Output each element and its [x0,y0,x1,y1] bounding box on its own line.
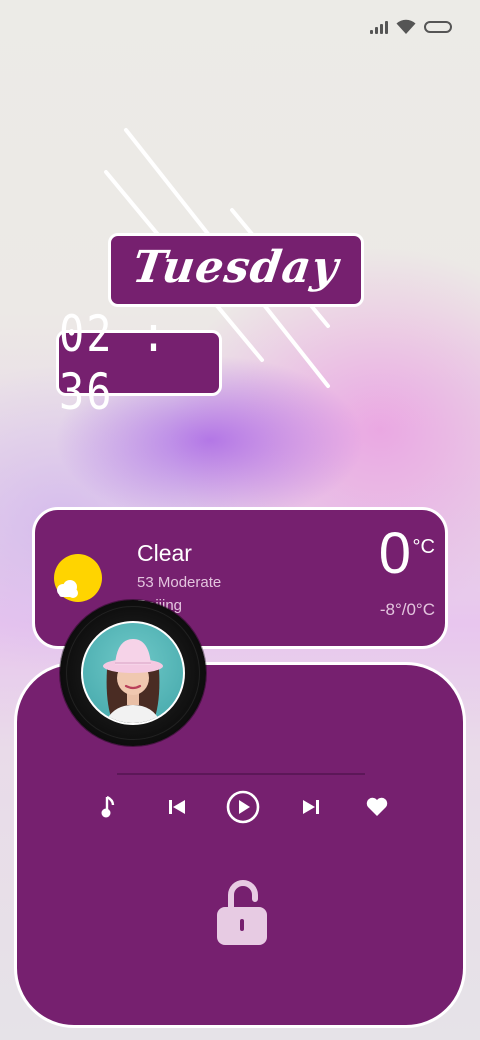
album-art [81,621,185,725]
day-banner: Tuesday [108,233,364,307]
signal-icon [370,20,388,34]
music-controls [17,789,463,825]
music-progress-bar[interactable] [117,773,365,775]
temperature-range: -8°/0°C [379,600,435,619]
unlock-icon[interactable] [215,875,271,945]
clock-box: 02 : 36 [56,305,222,421]
air-quality: 53 Moderate [137,574,222,591]
battery-icon [424,21,452,33]
play-icon[interactable] [225,789,261,825]
temperature-unit: °C [412,536,435,558]
day-label: Tuesday [129,241,343,293]
next-icon[interactable] [295,791,327,823]
sun-cloud-icon [54,554,102,602]
clock-time: 02 : 36 [59,305,169,421]
current-temperature: 0 [378,521,411,586]
album-art-portrait [103,639,163,723]
wifi-icon [396,19,416,34]
music-note-icon[interactable] [93,791,125,823]
album-disc[interactable] [60,600,206,746]
weather-condition: Clear [137,540,192,566]
previous-icon[interactable] [161,791,193,823]
heart-icon[interactable] [361,791,393,823]
status-bar [370,16,452,38]
